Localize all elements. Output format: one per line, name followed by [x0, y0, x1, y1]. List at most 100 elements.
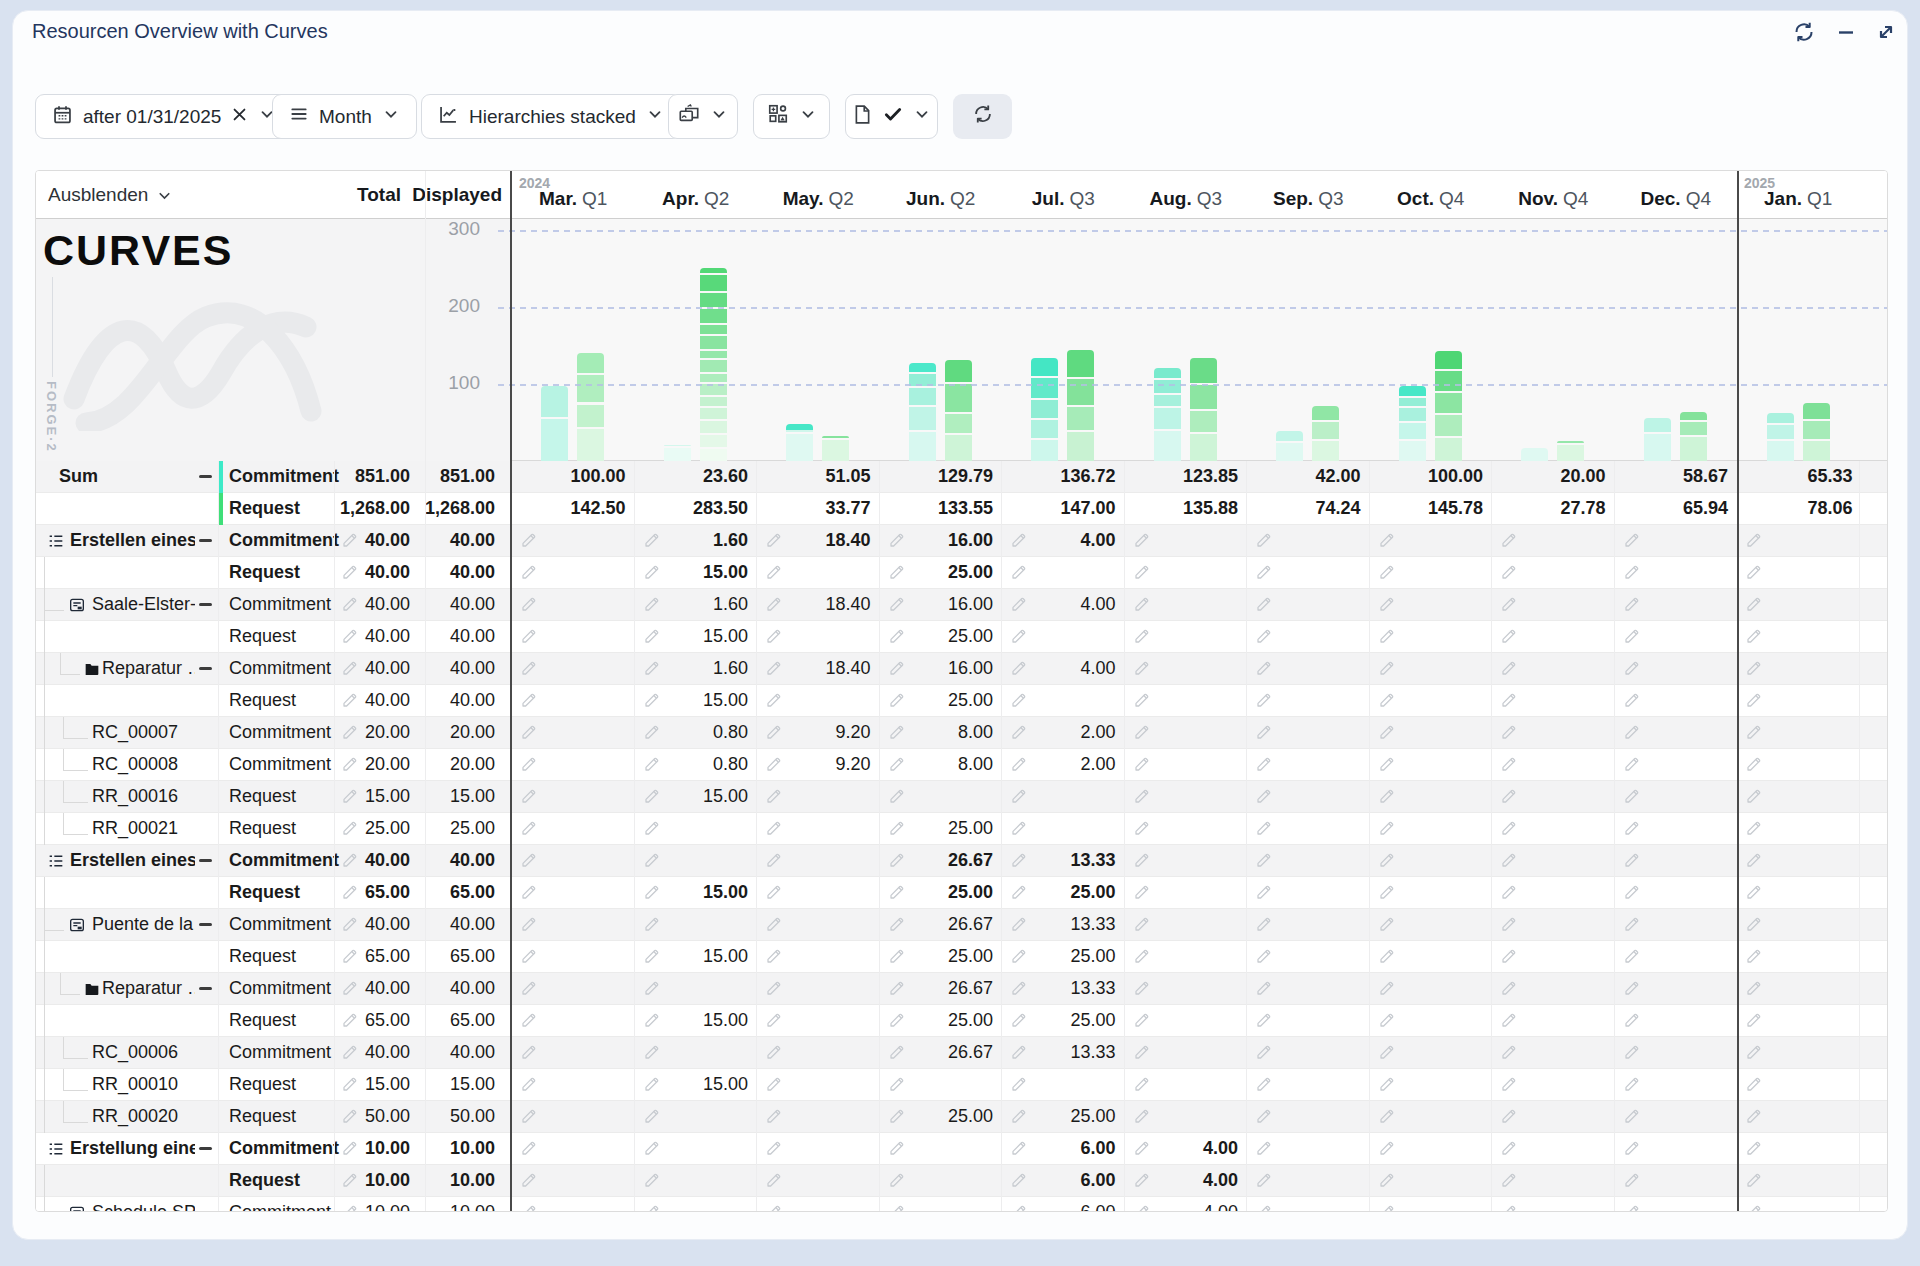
edit-pencil-icon[interactable] [889, 1204, 905, 1212]
edit-pencil-icon[interactable] [889, 660, 905, 680]
edit-pencil-icon[interactable] [1746, 788, 1762, 808]
edit-pencil-icon[interactable] [521, 532, 537, 552]
edit-pencil-icon[interactable] [1134, 1076, 1150, 1096]
edit-pencil-icon[interactable] [1256, 1140, 1272, 1160]
edit-pencil-icon[interactable] [521, 1044, 537, 1064]
edit-pencil-icon[interactable] [1134, 788, 1150, 808]
edit-pencil-icon[interactable] [1501, 1204, 1517, 1212]
edit-pencil-icon[interactable] [766, 1076, 782, 1096]
edit-pencil-icon[interactable] [1379, 916, 1395, 936]
edit-pencil-icon[interactable] [889, 852, 905, 872]
edit-pencil-icon[interactable] [644, 1172, 660, 1192]
edit-pencil-icon[interactable] [521, 820, 537, 840]
edit-pencil-icon[interactable] [1624, 1140, 1640, 1160]
edit-pencil-icon[interactable] [1011, 820, 1027, 840]
edit-pencil-icon[interactable] [1256, 756, 1272, 776]
edit-pencil-icon[interactable] [644, 660, 660, 680]
edit-pencil-icon[interactable] [1011, 628, 1027, 648]
edit-pencil-icon[interactable] [1746, 820, 1762, 840]
clear-filter-icon[interactable] [231, 106, 248, 128]
displayed-value[interactable]: 40.00 [426, 525, 504, 556]
edit-pencil-icon[interactable] [1501, 916, 1517, 936]
edit-pencil-icon[interactable] [1134, 628, 1150, 648]
date-filter-button[interactable]: after 01/31/2025 [35, 94, 293, 139]
edit-pencil-icon[interactable] [1379, 1140, 1395, 1160]
edit-pencil-icon[interactable] [1011, 756, 1027, 776]
displayed-value[interactable]: 40.00 [426, 589, 504, 620]
edit-pencil-icon[interactable] [766, 1012, 782, 1032]
edit-pencil-icon[interactable] [644, 596, 660, 616]
edit-pencil-icon[interactable] [342, 596, 358, 616]
collapse-button[interactable] [199, 987, 212, 990]
edit-pencil-icon[interactable] [1134, 948, 1150, 968]
edit-pencil-icon[interactable] [766, 1204, 782, 1212]
edit-pencil-icon[interactable] [766, 820, 782, 840]
edit-pencil-icon[interactable] [889, 596, 905, 616]
edit-pencil-icon[interactable] [1134, 756, 1150, 776]
edit-pencil-icon[interactable] [1624, 628, 1640, 648]
edit-pencil-icon[interactable] [1501, 1076, 1517, 1096]
interval-button[interactable]: Month [272, 94, 417, 139]
edit-pencil-icon[interactable] [644, 884, 660, 904]
edit-pencil-icon[interactable] [342, 724, 358, 744]
edit-pencil-icon[interactable] [1256, 1044, 1272, 1064]
edit-pencil-icon[interactable] [1256, 1076, 1272, 1096]
edit-pencil-icon[interactable] [521, 692, 537, 712]
edit-pencil-icon[interactable] [766, 1140, 782, 1160]
edit-pencil-icon[interactable] [889, 1044, 905, 1064]
edit-pencil-icon[interactable] [889, 628, 905, 648]
edit-pencil-icon[interactable] [342, 1108, 358, 1128]
displayed-value[interactable]: 15.00 [426, 1069, 504, 1100]
edit-pencil-icon[interactable] [766, 532, 782, 552]
edit-pencil-icon[interactable] [342, 884, 358, 904]
edit-pencil-icon[interactable] [1256, 692, 1272, 712]
edit-pencil-icon[interactable] [1379, 820, 1395, 840]
edit-pencil-icon[interactable] [889, 884, 905, 904]
edit-pencil-icon[interactable] [521, 1108, 537, 1128]
edit-pencil-icon[interactable] [1011, 852, 1027, 872]
edit-pencil-icon[interactable] [644, 532, 660, 552]
edit-pencil-icon[interactable] [1011, 1204, 1027, 1212]
displayed-value[interactable]: 40.00 [426, 909, 504, 940]
edit-pencil-icon[interactable] [1256, 1204, 1272, 1212]
edit-pencil-icon[interactable] [644, 1204, 660, 1212]
edit-pencil-icon[interactable] [766, 948, 782, 968]
edit-pencil-icon[interactable] [1746, 628, 1762, 648]
edit-pencil-icon[interactable] [342, 852, 358, 872]
edit-pencil-icon[interactable] [1256, 1012, 1272, 1032]
edit-pencil-icon[interactable] [1501, 724, 1517, 744]
edit-pencil-icon[interactable] [1379, 596, 1395, 616]
edit-pencil-icon[interactable] [521, 1140, 537, 1160]
refresh-button[interactable] [953, 94, 1012, 139]
edit-pencil-icon[interactable] [1746, 916, 1762, 936]
edit-pencil-icon[interactable] [1624, 948, 1640, 968]
window-expand-icon[interactable] [1872, 18, 1900, 46]
edit-pencil-icon[interactable] [1134, 660, 1150, 680]
edit-pencil-icon[interactable] [342, 1044, 358, 1064]
edit-pencil-icon[interactable] [889, 756, 905, 776]
collapse-button[interactable] [199, 859, 212, 862]
edit-pencil-icon[interactable] [1501, 532, 1517, 552]
edit-pencil-icon[interactable] [1011, 1012, 1027, 1032]
edit-pencil-icon[interactable] [1134, 692, 1150, 712]
edit-pencil-icon[interactable] [766, 884, 782, 904]
edit-pencil-icon[interactable] [1746, 980, 1762, 1000]
edit-pencil-icon[interactable] [342, 1204, 358, 1212]
confirm-document-button[interactable] [845, 94, 938, 139]
edit-pencil-icon[interactable] [1501, 788, 1517, 808]
edit-pencil-icon[interactable] [342, 788, 358, 808]
edit-pencil-icon[interactable] [1256, 884, 1272, 904]
displayed-value[interactable]: 10.00 [426, 1133, 504, 1164]
edit-pencil-icon[interactable] [342, 916, 358, 936]
edit-pencil-icon[interactable] [342, 1172, 358, 1192]
edit-pencil-icon[interactable] [766, 692, 782, 712]
displayed-value[interactable]: 10.00 [426, 1165, 504, 1196]
edit-pencil-icon[interactable] [1134, 564, 1150, 584]
edit-pencil-icon[interactable] [1134, 980, 1150, 1000]
displayed-value[interactable]: 20.00 [426, 749, 504, 780]
edit-pencil-icon[interactable] [644, 1076, 660, 1096]
edit-pencil-icon[interactable] [342, 980, 358, 1000]
edit-pencil-icon[interactable] [1134, 884, 1150, 904]
edit-pencil-icon[interactable] [1746, 756, 1762, 776]
displayed-value[interactable]: 40.00 [426, 1037, 504, 1068]
